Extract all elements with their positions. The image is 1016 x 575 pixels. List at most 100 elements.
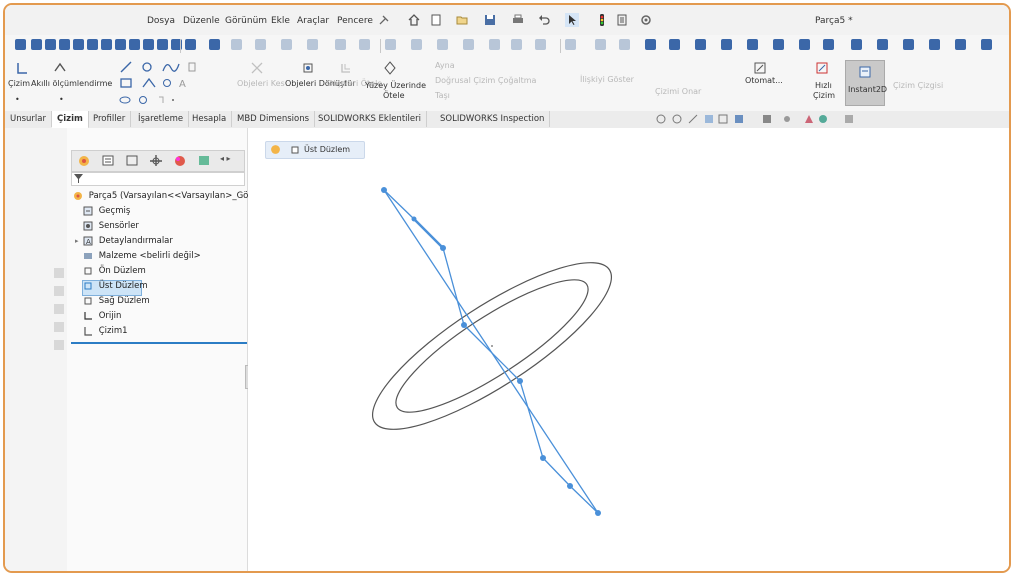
toolbar-tool-icon[interactable] — [73, 39, 84, 50]
mirror-entities-button[interactable]: Ayna — [435, 61, 455, 70]
offset-on-surface-button[interactable]: Yüzey Üzerinde — [365, 81, 426, 90]
toolbar-tool-icon[interactable] — [411, 39, 422, 50]
featuremanager-tab-icon[interactable] — [76, 153, 92, 168]
tab-mbd-dimensions[interactable]: MBD Dimensions — [232, 111, 316, 127]
strip-icons[interactable] — [53, 268, 65, 498]
toolbar-tool-icon[interactable] — [437, 39, 448, 50]
rapid-sketch-label[interactable]: Hızlı — [815, 81, 832, 90]
toolbar-tool-icon[interactable] — [903, 39, 914, 50]
toolbar-tool-icon[interactable] — [747, 39, 758, 50]
file-properties-icon[interactable] — [615, 13, 629, 27]
tab-isaretleme[interactable]: İşaretleme — [133, 111, 190, 127]
toolbar-tool-icon[interactable] — [359, 39, 370, 50]
sketch-point[interactable] — [517, 378, 523, 384]
toolbar-tool-icon[interactable] — [851, 39, 862, 50]
toolbar-tool-icon[interactable] — [385, 39, 396, 50]
toolbar-tool-icon[interactable] — [773, 39, 784, 50]
toolbar-tool-icon[interactable] — [595, 39, 606, 50]
tab-cizim[interactable]: Çizim — [52, 111, 89, 129]
traffic-light-icon[interactable] — [595, 13, 609, 27]
toolbar-tool-icon[interactable] — [15, 39, 26, 50]
toolbar-tool-icon[interactable] — [955, 39, 966, 50]
sketch-entities-group[interactable]: A — [117, 60, 237, 108]
sketch-point[interactable] — [440, 245, 446, 251]
toolbar-tool-icon[interactable] — [59, 39, 70, 50]
expand-arrow-icon[interactable]: ▸ — [75, 237, 79, 245]
instant2d-button[interactable]: Instant2D — [845, 60, 887, 106]
smart-dimension-button[interactable]: Akıllı ölçümlendirme — [31, 79, 112, 88]
display-relations-button[interactable]: İlişkiyi Göster — [580, 75, 634, 84]
home-icon[interactable] — [407, 13, 421, 27]
auto-button[interactable]: Otomat... — [745, 76, 783, 85]
toolbar-tool-icon[interactable] — [335, 39, 346, 50]
sketch-point[interactable] — [461, 322, 467, 328]
feature-tree-filter[interactable] — [71, 172, 245, 186]
options-gear-icon[interactable] — [639, 13, 653, 27]
tree-item-orijin[interactable]: Orijin — [83, 311, 121, 325]
tree-item-gecmis[interactable]: Geçmiş — [83, 206, 130, 220]
toolbar-tool-icon[interactable] — [981, 39, 992, 50]
tree-item-cizim1[interactable]: Çizim1 — [83, 326, 128, 340]
save-icon[interactable] — [483, 13, 497, 27]
menu-gorunum[interactable]: Görünüm — [225, 16, 267, 26]
rollback-bar[interactable] — [71, 342, 247, 344]
tree-item-malzeme[interactable]: Malzeme <belirli değil> — [83, 251, 201, 265]
tree-item-sag-duzlem[interactable]: Sağ Düzlem — [83, 296, 150, 310]
toolbar-tool-icon[interactable] — [489, 39, 500, 50]
toolbar-tool-icon[interactable] — [255, 39, 266, 50]
toolbar-tool-icon[interactable] — [31, 39, 42, 50]
toolbar-tool-icon[interactable] — [143, 39, 154, 50]
select-arrow-icon[interactable] — [565, 13, 579, 27]
panel-tabs-scroll[interactable]: ◂ ▸ — [220, 154, 231, 163]
toolbar-tool-icon[interactable] — [231, 39, 242, 50]
toolbar-tool-icon[interactable] — [619, 39, 630, 50]
toolbar-tool-icon[interactable] — [645, 39, 656, 50]
toolbar-tool-icon[interactable] — [129, 39, 140, 50]
toolbar-tool-icon[interactable] — [185, 39, 196, 50]
tree-item-on-duzlem[interactable]: Ön Düzlem — [83, 266, 146, 280]
toolbar-tool-icon[interactable] — [535, 39, 546, 50]
sketch-canvas[interactable] — [248, 128, 1009, 573]
print-icon[interactable] — [511, 13, 525, 27]
sketch-point[interactable] — [381, 187, 387, 193]
toolbar-tool-icon[interactable] — [101, 39, 112, 50]
new-document-icon[interactable] — [429, 13, 443, 27]
menu-araclar[interactable]: Araçlar — [297, 16, 329, 26]
toolbar-tool-icon[interactable] — [877, 39, 888, 50]
tree-item-sensorler[interactable]: Sensörler — [83, 221, 139, 235]
toolbar-tool-icon[interactable] — [695, 39, 706, 50]
sketch-ink-button[interactable]: Çizim Çizgisi — [893, 81, 943, 90]
sketch-point[interactable] — [411, 216, 417, 222]
heads-up-view-toolbar[interactable] — [655, 113, 895, 126]
panel-extra-tab-icon[interactable] — [196, 153, 212, 168]
menu-pencere[interactable]: Pencere — [337, 16, 373, 26]
configurationmanager-tab-icon[interactable] — [124, 153, 140, 168]
toolbar-tool-icon[interactable] — [929, 39, 940, 50]
toolbar-tool-icon[interactable] — [669, 39, 680, 50]
toolbar-tool-icon[interactable] — [281, 39, 292, 50]
toolbar-tool-icon[interactable] — [823, 39, 834, 50]
sketch-button[interactable]: Çizim — [8, 79, 30, 88]
display-manager-tab-icon[interactable] — [172, 153, 188, 168]
toolbar-tool-icon[interactable] — [721, 39, 732, 50]
toolbar-tool-icon[interactable] — [565, 39, 576, 50]
move-entities-button[interactable]: Taşı — [435, 91, 450, 100]
menu-dosya[interactable]: Dosya — [147, 16, 175, 26]
sketch-point[interactable] — [540, 455, 546, 461]
toolbar-tool-icon[interactable] — [87, 39, 98, 50]
menu-duzenle[interactable]: Düzenle — [183, 16, 220, 26]
pin-icon[interactable] — [377, 13, 391, 27]
toolbar-tool-icon[interactable] — [799, 39, 810, 50]
tab-hesapla[interactable]: Hesapla — [187, 111, 233, 127]
tree-item-ust-duzlem[interactable]: Üst Düzlem — [82, 280, 148, 296]
graphics-viewport[interactable] — [248, 128, 1009, 573]
tab-unsurlar[interactable]: Unsurlar — [5, 111, 52, 127]
toolbar-tool-icon[interactable] — [209, 39, 220, 50]
sketch-segment-highlight[interactable] — [413, 218, 444, 249]
trim-entities-button[interactable]: Objeleri Kes — [237, 79, 285, 88]
repair-sketch-button[interactable]: Çizimi Onar — [655, 87, 701, 96]
toolbar-tool-icon[interactable] — [463, 39, 474, 50]
tree-root-part[interactable]: Parça5 (Varsayılan<<Varsayılan>_Gö — [73, 191, 248, 205]
toolbar-tool-icon[interactable] — [115, 39, 126, 50]
dimxpert-tab-icon[interactable] — [148, 153, 164, 168]
